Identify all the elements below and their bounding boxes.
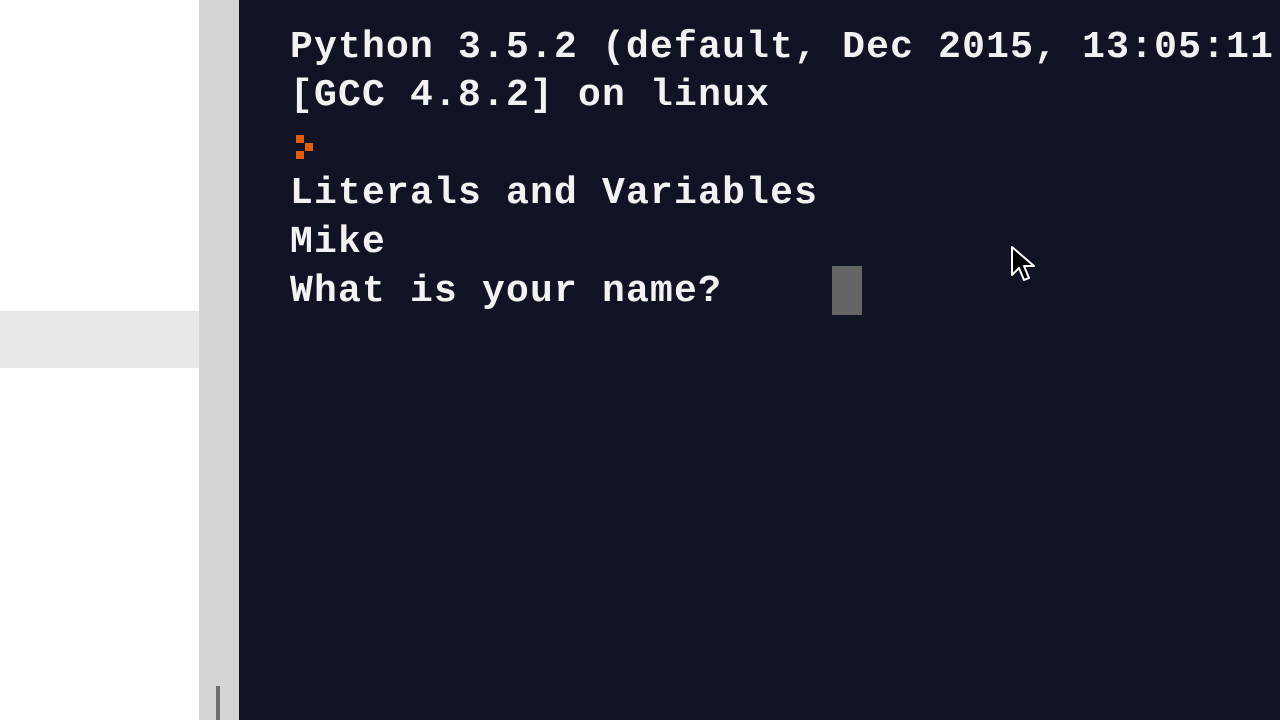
mouse-pointer-icon — [1011, 246, 1035, 281]
scrollbar-thumb[interactable] — [216, 686, 220, 720]
app-window: Python 3.5.2 (default, Dec 2015, 13:05:1… — [0, 0, 1280, 720]
console-banner-line: Python 3.5.2 (default, Dec 2015, 13:05:1… — [290, 26, 1280, 69]
console-output-line: Mike — [290, 221, 387, 264]
console-output-line: Literals and Variables — [290, 172, 819, 215]
console-output[interactable]: Python 3.5.2 (default, Dec 2015, 13:05:1… — [239, 0, 1280, 720]
left-panel — [0, 0, 199, 720]
panel-splitter[interactable] — [199, 0, 239, 720]
console-compiler-line: [GCC 4.8.2] on linux — [290, 74, 771, 117]
repl-prompt-icon — [296, 133, 321, 161]
console-input-prompt: What is your name? — [290, 270, 747, 313]
selected-row[interactable] — [0, 311, 199, 368]
text-cursor[interactable] — [832, 266, 862, 315]
